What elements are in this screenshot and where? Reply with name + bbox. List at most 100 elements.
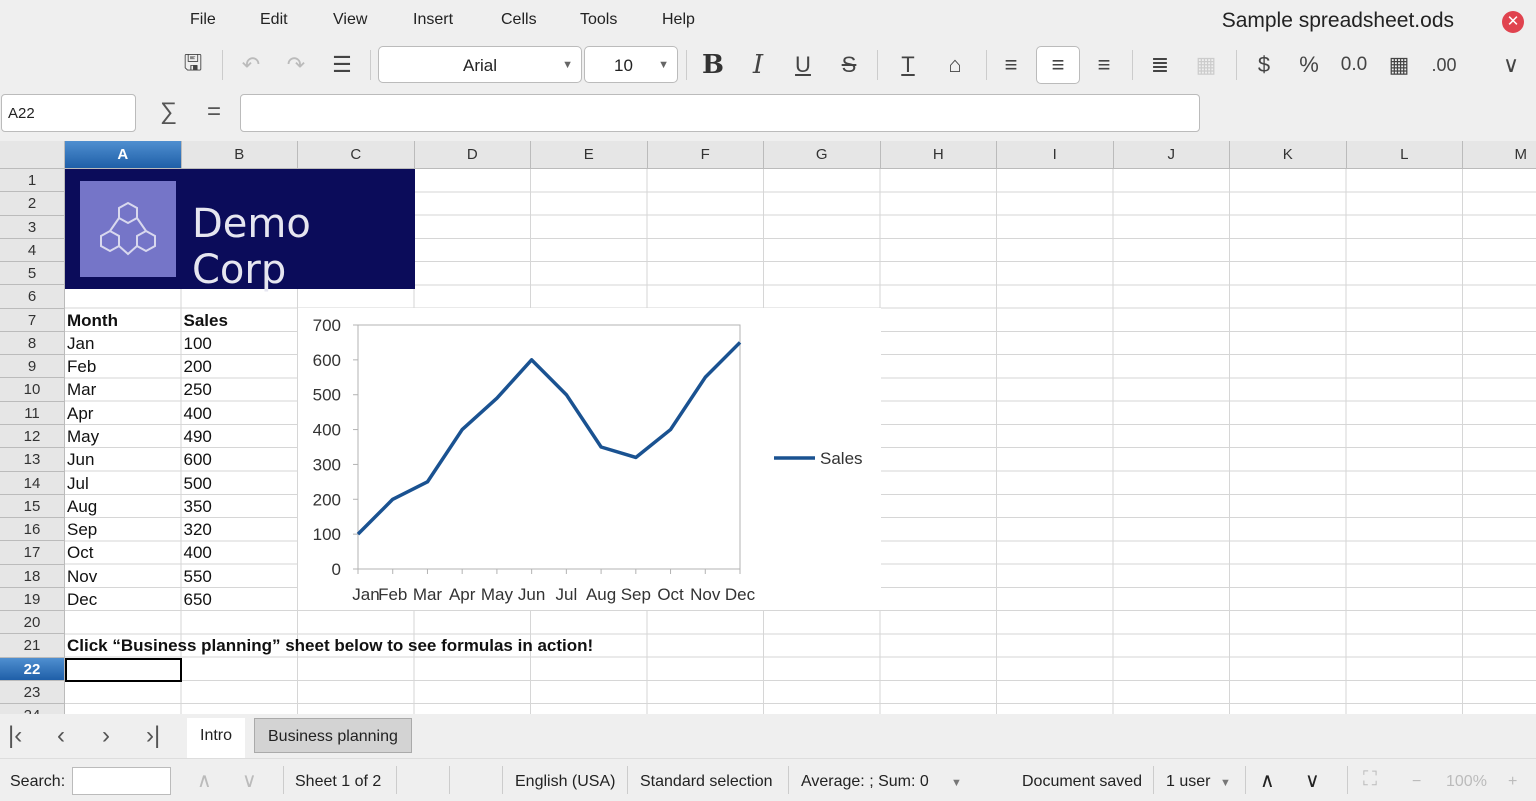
redo-icon[interactable]: ↷ (279, 46, 313, 84)
row-header-19[interactable]: 19 (0, 587, 65, 612)
merge-cells-icon[interactable]: ▦ (1189, 46, 1223, 84)
row-header-16[interactable]: 16 (0, 518, 65, 542)
cell-month[interactable]: Aug (65, 495, 97, 518)
menu-cells[interactable]: Cells (501, 11, 537, 29)
column-header-f[interactable]: F (647, 141, 764, 169)
first-sheet-icon[interactable]: |‹ (8, 722, 22, 750)
row-header-6[interactable]: 6 (0, 285, 65, 309)
prev-sheet-icon[interactable]: ‹ (57, 722, 65, 750)
last-sheet-icon[interactable]: ›| (146, 722, 160, 750)
cell-sales[interactable]: 200 (182, 355, 212, 378)
sum-icon[interactable]: ∑ (160, 98, 177, 126)
cell-sales[interactable]: 100 (182, 332, 212, 355)
font-name-combo[interactable]: Arial ▼ (378, 46, 582, 83)
header-month[interactable]: Month (65, 309, 118, 332)
align-left-icon[interactable]: ≡ (994, 46, 1028, 84)
row-header-22[interactable]: 22 (0, 657, 65, 681)
row-header-11[interactable]: 11 (0, 401, 65, 425)
fit-page-icon[interactable]: ⛶ (1363, 768, 1377, 791)
cell-sales[interactable]: 320 (182, 518, 212, 541)
save-icon[interactable]: 🖫 (176, 46, 210, 84)
equals-icon[interactable]: = (207, 98, 221, 126)
search-prev-icon[interactable]: ∧ (197, 768, 212, 793)
column-header-j[interactable]: J (1113, 141, 1230, 169)
strikethrough-icon[interactable]: S (832, 46, 866, 84)
spreadsheet-grid[interactable]: A B C D E F G H I J K L M 1 2 3 4 5 6 7 8 9 10 11 12 13 14 15 16 17 18… (0, 141, 1536, 714)
cell-month[interactable]: Dec (65, 588, 97, 611)
cell-month[interactable]: Oct (65, 541, 93, 564)
row-header-1[interactable]: 1 (0, 169, 65, 193)
corner-select-all[interactable] (0, 141, 65, 169)
number-format-icon[interactable]: 0.0 (1337, 46, 1371, 84)
cell-month[interactable]: May (65, 425, 99, 448)
chevron-up-icon[interactable]: ∧ (1260, 768, 1275, 793)
font-size-combo[interactable]: 10 ▼ (584, 46, 678, 83)
currency-icon[interactable]: $ (1247, 46, 1281, 84)
users-status[interactable]: 1 user (1166, 773, 1210, 791)
cell-sales[interactable]: 600 (182, 448, 212, 471)
name-box[interactable]: A22 (1, 94, 136, 132)
row-header-14[interactable]: 14 (0, 471, 65, 495)
close-icon[interactable]: ✕ (1502, 11, 1524, 33)
italic-icon[interactable]: I (741, 46, 775, 84)
header-sales[interactable]: Sales (182, 309, 228, 332)
cell-month[interactable]: Apr (65, 402, 93, 425)
row-header-24[interactable]: 24 (0, 704, 65, 714)
zoom-in-icon[interactable]: + (1508, 773, 1517, 791)
row-header-5[interactable]: 5 (0, 262, 65, 286)
sort-icon[interactable]: ☰ (325, 46, 359, 84)
highlight-icon[interactable]: ⌂ (938, 46, 972, 84)
align-center-icon[interactable]: ≡ (1036, 46, 1080, 84)
cell-sales[interactable]: 500 (182, 472, 212, 495)
cell-month[interactable]: Sep (65, 518, 97, 541)
row-header-17[interactable]: 17 (0, 541, 65, 565)
row-header-8[interactable]: 8 (0, 331, 65, 356)
row-header-20[interactable]: 20 (0, 611, 65, 635)
zoom-out-icon[interactable]: − (1412, 773, 1421, 791)
cell-month[interactable]: Jan (65, 332, 94, 355)
column-header-k[interactable]: K (1230, 141, 1347, 169)
cell-month[interactable]: Jun (65, 448, 94, 471)
cell-sales[interactable]: 350 (182, 495, 212, 518)
percent-icon[interactable]: % (1292, 46, 1326, 84)
cell-sales[interactable]: 400 (182, 541, 212, 564)
search-input[interactable] (72, 767, 171, 795)
search-next-icon[interactable]: ∨ (242, 768, 257, 793)
cell-month[interactable]: Jul (65, 472, 89, 495)
note-cell[interactable]: Click “Business planning” sheet below to… (65, 634, 593, 657)
row-header-3[interactable]: 3 (0, 215, 65, 239)
menu-help[interactable]: Help (662, 11, 695, 29)
chevron-down-icon[interactable]: ▼ (951, 777, 962, 789)
zoom-level[interactable]: 100% (1446, 773, 1487, 791)
row-header-10[interactable]: 10 (0, 378, 65, 402)
menu-insert[interactable]: Insert (413, 11, 453, 29)
formula-input[interactable] (240, 94, 1200, 132)
column-header-i[interactable]: I (997, 141, 1114, 169)
column-header-e[interactable]: E (531, 141, 648, 169)
row-header-7[interactable]: 7 (0, 308, 65, 332)
column-header-c[interactable]: C (298, 141, 415, 169)
tab-business-planning[interactable]: Business planning (254, 718, 412, 753)
underline-icon[interactable]: U (786, 46, 820, 84)
cell-month[interactable]: Nov (65, 565, 97, 588)
menu-view[interactable]: View (333, 11, 367, 29)
column-header-h[interactable]: H (880, 141, 997, 169)
cell-month[interactable]: Feb (65, 355, 96, 378)
column-header-m[interactable]: M (1463, 141, 1536, 169)
column-header-d[interactable]: D (414, 141, 531, 169)
bold-icon[interactable]: B (696, 46, 730, 84)
menu-file[interactable]: File (190, 11, 216, 29)
column-header-a[interactable]: A (65, 141, 182, 169)
row-header-9[interactable]: 9 (0, 355, 65, 379)
chevron-down-icon[interactable]: ∨ (1305, 768, 1320, 793)
selection-mode[interactable]: Standard selection (640, 773, 773, 791)
row-header-21[interactable]: 21 (0, 634, 65, 658)
column-header-l[interactable]: L (1346, 141, 1463, 169)
cell-sales[interactable]: 650 (182, 588, 212, 611)
row-header-23[interactable]: 23 (0, 680, 65, 705)
column-header-b[interactable]: B (181, 141, 298, 169)
cell-sales[interactable]: 400 (182, 402, 212, 425)
cell-sales[interactable]: 490 (182, 425, 212, 448)
row-header-2[interactable]: 2 (0, 192, 65, 216)
menu-tools[interactable]: Tools (580, 11, 617, 29)
